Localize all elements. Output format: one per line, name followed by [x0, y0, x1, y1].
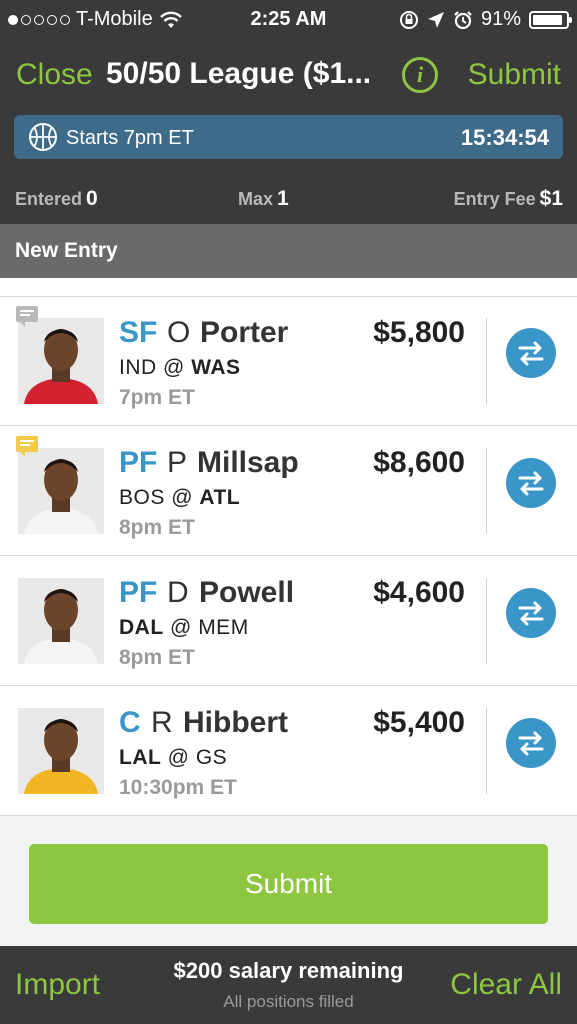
team-away: BOS — [119, 486, 165, 509]
swap-icon — [518, 601, 544, 626]
nav-header: Close 50/50 League ($1... i Submit — [0, 40, 577, 108]
player-first-initial: O — [167, 316, 191, 349]
game-time: 10:30pm ET — [119, 776, 237, 799]
note-icon[interactable] — [16, 436, 38, 457]
info-icon[interactable]: i — [402, 57, 438, 93]
note-icon[interactable] — [16, 306, 38, 327]
player-row[interactable]: PF D Powell $4,600 DAL @ MEM 8pm ET — [0, 556, 577, 686]
max-label: Max — [238, 189, 274, 209]
player-last-name: Hibbert — [183, 706, 288, 739]
at-symbol: @ — [167, 746, 190, 769]
header-submit-button[interactable]: Submit — [468, 58, 561, 92]
basketball-icon — [29, 123, 57, 151]
player-position: PF — [119, 446, 158, 479]
player-matchup: DAL @ MEM — [119, 616, 249, 640]
entry-stats: Entered 0 Max 1 Entry Fee $1 — [0, 168, 577, 224]
battery-icon — [529, 10, 572, 29]
team-home: WAS — [191, 356, 241, 379]
max-stat: Max 1 — [238, 187, 289, 211]
swap-player-button[interactable] — [506, 328, 556, 378]
status-bar: T-Mobile 2:25 AM 91% — [0, 0, 577, 40]
countdown-timer: 15:34:54 — [460, 125, 549, 150]
player-matchup: LAL @ GS — [119, 746, 227, 770]
game-time: 7pm ET — [119, 386, 195, 409]
entry-fee-value: $1 — [539, 187, 563, 210]
team-away: IND — [119, 356, 157, 379]
player-last-name: Powell — [199, 576, 295, 609]
location-icon — [427, 11, 444, 28]
clear-all-button[interactable]: Clear All — [450, 968, 562, 1002]
entry-fee-stat: Entry Fee $1 — [454, 187, 563, 211]
team-home: GS — [195, 746, 228, 769]
at-symbol: @ — [171, 486, 194, 509]
at-symbol: @ — [163, 356, 185, 379]
at-symbol: @ — [170, 616, 192, 639]
player-salary: $5,800 — [373, 316, 465, 349]
player-last-name: Porter — [200, 316, 289, 349]
entered-label: Entered — [15, 189, 83, 209]
submit-area: Submit — [0, 816, 577, 946]
player-matchup: BOS @ ATL — [119, 486, 240, 510]
rotation-lock-icon — [399, 10, 418, 29]
swap-player-button[interactable] — [506, 718, 556, 768]
row-divider — [486, 318, 487, 404]
player-first-initial: P — [167, 446, 188, 479]
player-first-initial: D — [167, 576, 189, 609]
swap-player-button[interactable] — [506, 588, 556, 638]
footer-bar: Import $200 salary remaining All positio… — [0, 946, 577, 1024]
player-photo — [18, 578, 104, 664]
team-away: LAL — [119, 746, 162, 769]
new-entry-header: New Entry — [0, 224, 577, 278]
player-salary: $5,400 — [373, 706, 465, 739]
game-time: 8pm ET — [119, 516, 195, 539]
player-row[interactable]: PF P Millsap $8,600 BOS @ ATL 8pm ET — [0, 426, 577, 556]
status-right: 91% — [399, 8, 572, 31]
team-home: ATL — [199, 486, 241, 509]
entry-fee-label: Entry Fee — [453, 189, 536, 209]
contest-title: 50/50 League ($1... — [106, 57, 372, 90]
player-last-name: Millsap — [197, 446, 299, 479]
submit-button[interactable]: Submit — [29, 844, 548, 924]
player-position: SF — [119, 316, 158, 349]
entered-stat: Entered 0 — [15, 187, 98, 211]
player-photo — [18, 448, 104, 534]
row-divider — [486, 448, 487, 534]
row-divider — [486, 708, 487, 794]
row-divider — [486, 578, 487, 664]
player-position: PF — [119, 576, 158, 609]
team-home: MEM — [198, 616, 249, 639]
start-time-label: Starts 7pm ET — [66, 127, 194, 149]
close-button[interactable]: Close — [16, 58, 93, 92]
player-first-initial: R — [151, 706, 173, 739]
swap-player-button[interactable] — [506, 458, 556, 508]
player-row[interactable]: SF O Porter $5,800 IND @ WAS 7pm ET — [0, 296, 577, 426]
player-photo — [18, 708, 104, 794]
swap-icon — [518, 341, 544, 366]
team-away: DAL — [119, 616, 164, 639]
battery-percent: 91% — [480, 8, 521, 30]
alarm-icon — [454, 10, 472, 29]
game-time: 8pm ET — [119, 646, 195, 669]
entered-value: 0 — [86, 187, 98, 210]
player-salary: $8,600 — [373, 446, 465, 479]
player-row[interactable]: C R Hibbert $5,400 LAL @ GS 10:30pm ET — [0, 686, 577, 816]
player-photo — [18, 318, 104, 404]
swap-icon — [518, 471, 544, 496]
banner-container: Starts 7pm ET 15:34:54 — [0, 108, 577, 168]
max-value: 1 — [277, 187, 289, 210]
player-list: SF O Porter $5,800 IND @ WAS 7pm ET PF P Millsap… — [0, 278, 577, 816]
player-position: C — [119, 706, 141, 739]
player-matchup: IND @ WAS — [119, 356, 241, 380]
start-banner: Starts 7pm ET 15:34:54 — [14, 115, 563, 159]
player-salary: $4,600 — [373, 576, 465, 609]
swap-icon — [518, 731, 544, 756]
